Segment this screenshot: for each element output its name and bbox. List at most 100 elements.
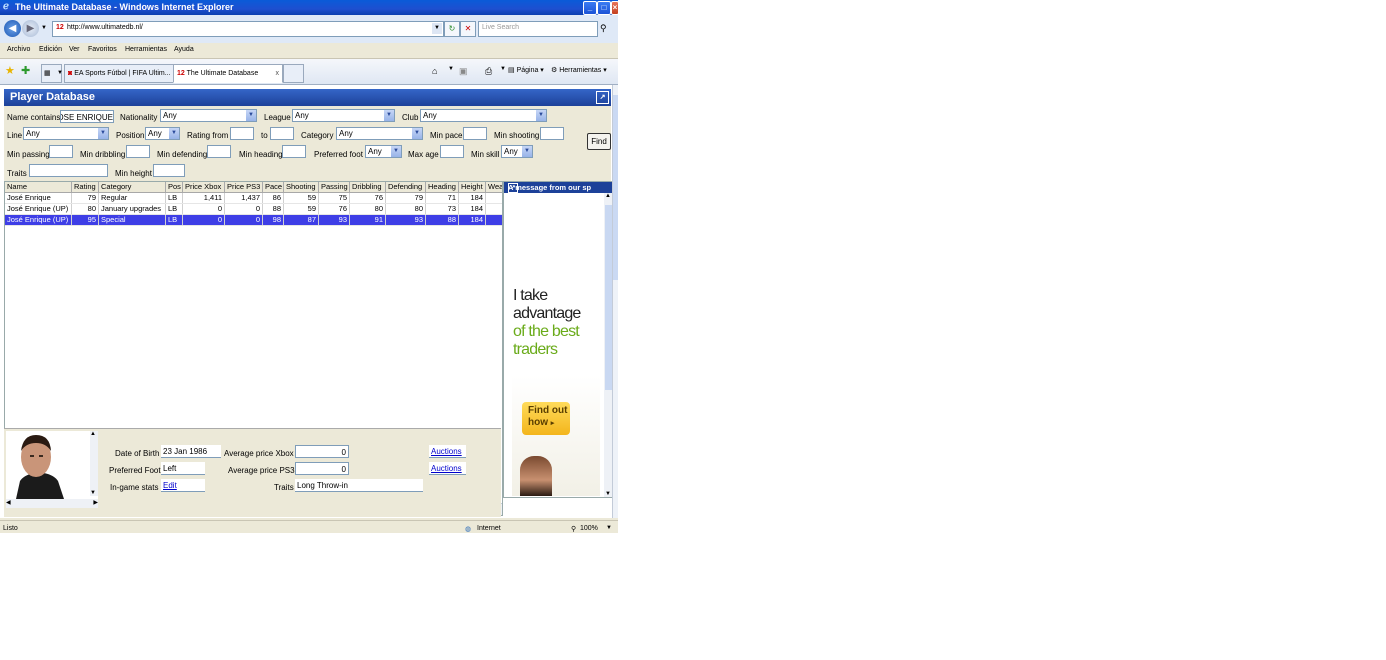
site-favicon-icon: 12 bbox=[56, 24, 64, 31]
min-passing-input[interactable] bbox=[49, 145, 73, 158]
edit-stats-link[interactable]: Edit bbox=[163, 481, 177, 490]
col-name[interactable]: Name bbox=[5, 182, 72, 192]
min-heading-input[interactable] bbox=[282, 145, 306, 158]
scroll-thumb[interactable] bbox=[605, 205, 612, 390]
search-input[interactable]: Live Search bbox=[478, 21, 598, 37]
title-bar: ℯ The Ultimate Database - Windows Intern… bbox=[0, 0, 618, 15]
col-dribbling[interactable]: Dribbling bbox=[350, 182, 386, 192]
page-menu[interactable]: ▤ Página ▾ bbox=[508, 66, 544, 74]
favorites-star-icon[interactable]: ★ bbox=[5, 64, 15, 77]
scroll-down-icon[interactable]: ▼ bbox=[90, 490, 96, 496]
min-passing-label: Min passing bbox=[7, 150, 50, 159]
tab-ultimate-database[interactable]: 12 The Ultimate Database x bbox=[173, 64, 283, 83]
rating-from-input[interactable] bbox=[230, 127, 254, 140]
menu-ayuda[interactable]: Ayuda bbox=[174, 46, 194, 53]
category-select[interactable]: Any ▼ bbox=[336, 127, 423, 140]
chevron-down-icon: ▼ bbox=[246, 110, 256, 121]
close-window-button[interactable]: × bbox=[611, 1, 618, 15]
col-shooting[interactable]: Shooting bbox=[284, 182, 319, 192]
tab-list-dropdown-icon[interactable]: ▼ bbox=[57, 70, 63, 76]
maximize-button[interactable]: □ bbox=[597, 1, 611, 15]
search-go-icon[interactable]: ⚲ bbox=[600, 23, 607, 34]
col-pace[interactable]: Pace bbox=[263, 182, 284, 192]
address-bar[interactable]: 12 http://www.ultimatedb.nl/ ▼ bbox=[52, 21, 444, 37]
feeds-icon[interactable]: ▣ bbox=[459, 66, 468, 77]
col-price-ps3[interactable]: Price PS3 bbox=[225, 182, 263, 192]
preferred-foot-select[interactable]: Any ▼ bbox=[365, 145, 402, 158]
max-age-input[interactable] bbox=[440, 145, 464, 158]
col-category[interactable]: Category bbox=[99, 182, 166, 192]
league-select[interactable]: Any ▼ bbox=[292, 109, 395, 122]
auctions-xbox-link[interactable]: Auctions bbox=[429, 445, 466, 458]
menu-herramientas[interactable]: Herramientas bbox=[125, 46, 167, 53]
print-icon[interactable]: ⎙ bbox=[485, 66, 492, 77]
tools-menu[interactable]: ⚙ Herramientas ▾ bbox=[551, 66, 607, 74]
scroll-up-icon[interactable]: ▲ bbox=[90, 431, 96, 437]
forward-button[interactable]: ▶ bbox=[22, 20, 39, 37]
min-defending-input[interactable] bbox=[207, 145, 231, 158]
scroll-right-icon[interactable]: ▶ bbox=[93, 499, 98, 506]
menu-ver[interactable]: Ver bbox=[69, 46, 80, 53]
min-shooting-input[interactable] bbox=[540, 127, 564, 140]
tab-ultimate-database-label: The Ultimate Database bbox=[186, 70, 259, 77]
zoom-dropdown-icon[interactable]: ▼ bbox=[606, 525, 612, 531]
cell-price-xbox: 0 bbox=[183, 215, 225, 225]
minimize-button[interactable]: _ bbox=[583, 1, 597, 15]
auctions-ps3-link[interactable]: Auctions bbox=[429, 462, 466, 475]
page-vertical-scrollbar[interactable] bbox=[612, 85, 618, 518]
photo-horizontal-scrollbar[interactable]: ◀ ▶ bbox=[6, 499, 98, 508]
min-dribbling-input[interactable] bbox=[126, 145, 150, 158]
name-input[interactable]: OSE ENRIQUE bbox=[60, 110, 114, 123]
min-pace-input[interactable] bbox=[463, 127, 487, 140]
league-value: Any bbox=[295, 111, 309, 120]
home-dropdown-icon[interactable]: ▼ bbox=[448, 66, 454, 72]
col-price-xbox[interactable]: Price Xbox bbox=[183, 182, 225, 192]
photo-vertical-scrollbar[interactable]: ▲ ▼ bbox=[90, 431, 98, 496]
col-pos[interactable]: Pos bbox=[166, 182, 183, 192]
nationality-select[interactable]: Any ▼ bbox=[160, 109, 257, 122]
cell-category: Special bbox=[99, 215, 166, 225]
popout-icon[interactable]: ↗ bbox=[596, 91, 609, 104]
menu-favoritos[interactable]: Favoritos bbox=[88, 46, 117, 53]
tab-ea-sports[interactable]: ◙ EA Sports Fútbol | FIFA Ultim... bbox=[64, 64, 175, 83]
new-tab-button[interactable] bbox=[283, 64, 304, 83]
add-favorite-icon[interactable]: ✚ bbox=[21, 64, 30, 77]
scroll-down-icon[interactable]: ▼ bbox=[605, 491, 611, 497]
rating-to-input[interactable] bbox=[270, 127, 294, 140]
min-skill-select[interactable]: Any ▼ bbox=[501, 145, 533, 158]
zoom-level[interactable]: 100% bbox=[580, 525, 598, 532]
position-select[interactable]: Any ▼ bbox=[145, 127, 180, 140]
back-button[interactable]: ◀ bbox=[4, 20, 21, 37]
scroll-left-icon[interactable]: ◀ bbox=[6, 499, 11, 506]
scroll-thumb[interactable] bbox=[613, 95, 618, 280]
col-weight[interactable]: Wea bbox=[486, 182, 502, 192]
table-row[interactable]: José Enrique (UP) 80 January upgrades LB… bbox=[5, 204, 502, 215]
close-tab-icon[interactable]: x bbox=[276, 65, 280, 82]
table-row-selected[interactable]: José Enrique (UP) 95 Special LB 0 0 98 8… bbox=[5, 215, 502, 226]
home-icon[interactable]: ⌂ bbox=[432, 66, 437, 76]
scroll-up-icon[interactable]: ▲ bbox=[605, 193, 611, 199]
table-row[interactable]: José Enrique 79 Regular LB 1,411 1,437 8… bbox=[5, 193, 502, 204]
history-dropdown-icon[interactable]: ▼ bbox=[41, 25, 47, 31]
menu-edicion[interactable]: Edición bbox=[39, 46, 62, 53]
line-select[interactable]: Any ▼ bbox=[23, 127, 109, 140]
col-rating[interactable]: Rating bbox=[72, 182, 99, 192]
ad-banner[interactable]: I take advantage of the best traders Fin… bbox=[512, 194, 600, 496]
col-defending[interactable]: Defending bbox=[386, 182, 426, 192]
print-dropdown-icon[interactable]: ▼ bbox=[500, 66, 506, 72]
find-out-how-button[interactable]: Find out how ▸ bbox=[522, 402, 570, 435]
ingame-stats-label: In-game stats bbox=[110, 483, 159, 492]
col-heading[interactable]: Heading bbox=[426, 182, 459, 192]
min-height-input[interactable] bbox=[153, 164, 185, 177]
nationality-label: Nationality bbox=[120, 113, 158, 122]
col-passing[interactable]: Passing bbox=[319, 182, 350, 192]
refresh-icon[interactable]: ↻ bbox=[444, 21, 460, 37]
col-height[interactable]: Height bbox=[459, 182, 486, 192]
stop-icon[interactable]: ✕ bbox=[460, 21, 476, 37]
traits-input[interactable] bbox=[29, 164, 108, 177]
find-button[interactable]: Find bbox=[587, 133, 611, 150]
menu-archivo[interactable]: Archivo bbox=[7, 46, 30, 53]
club-select[interactable]: Any ▼ bbox=[420, 109, 547, 122]
address-dropdown-icon[interactable]: ▼ bbox=[432, 23, 442, 34]
popout-icon[interactable]: ↗ bbox=[508, 183, 518, 193]
